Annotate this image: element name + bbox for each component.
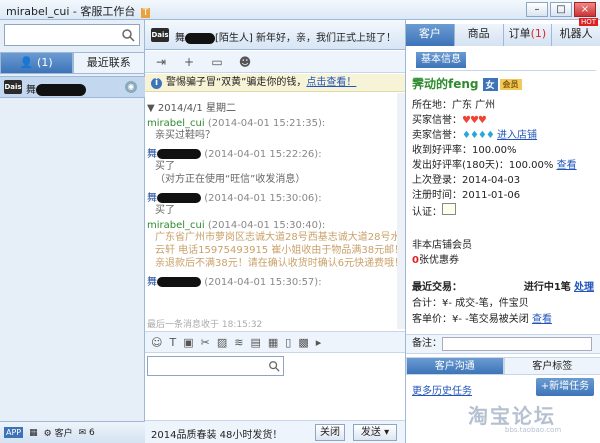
basic-info-tab[interactable]: 基本信息 xyxy=(416,52,466,68)
chat-header-text: 舞 [陌生人] 新年好，亲，我们正式上班了！ xyxy=(175,32,396,44)
task-tabs: 客户沟通 客户标签 xyxy=(406,357,600,375)
search-icon[interactable] xyxy=(268,360,280,372)
message: 舞 (2014-04-01 15:30:57): xyxy=(147,277,322,288)
chat-toolbar: ⇥ + ▭ ☻ xyxy=(145,51,405,73)
screenshot-icon[interactable]: ✂ xyxy=(201,336,210,349)
view-rate-link[interactable]: 查看 xyxy=(557,160,577,171)
tab-customer-tags[interactable]: 客户标签 xyxy=(503,357,600,375)
left-footer: APP ▦ ⚙ 客户 ✉ 6 xyxy=(0,421,145,443)
message: 舞 (2014-04-01 15:30:06): 买了 xyxy=(147,193,322,216)
message: 舞 (2014-04-01 15:22:26): 买了 （对方正在使用“旺信”收… xyxy=(147,149,322,185)
new-task-button[interactable]: +新增任务 xyxy=(536,378,594,396)
message: mirabel_cui (2014-04-01 15:30:40): 广东省广州… xyxy=(147,220,405,269)
last-message-time: 最后一条消息收于 18:15:32 xyxy=(147,320,263,330)
security-notice: i 警惕骗子冒“双黄”骗走你的钱，点击查看！ xyxy=(145,74,405,92)
message-input[interactable] xyxy=(145,354,405,420)
auth-icon xyxy=(442,203,456,215)
hot-badge: HOT xyxy=(578,18,598,26)
contact-tabs: 👤 (1) 最近联系 xyxy=(0,52,145,74)
app-button[interactable]: APP xyxy=(4,427,24,438)
input-toolbar: ☺ T ▣ ✂ ▨ ≋ ▤ ▦ ▯ ▩ ▸ xyxy=(145,331,405,353)
title-bar: mirabel_cui - 客服工作台 T – □ × xyxy=(0,0,600,20)
tab-customer[interactable]: 客户 xyxy=(406,24,455,46)
contact-item[interactable]: Dais 舞 ◉ xyxy=(0,76,145,98)
customer-panel: 客户 商品 订单(1) 机器人 HOT 基本信息 霁动的feng 女会员 所在地：… xyxy=(405,18,600,443)
info-icon: i xyxy=(151,78,162,89)
more-history-link[interactable]: 更多历史任务 xyxy=(412,382,472,397)
watermark-url: bbs.taobao.com xyxy=(505,426,562,434)
message: mirabel_cui (2014-04-01 15:21:35): 亲买过鞋吗… xyxy=(147,118,326,141)
view-closed-link[interactable]: 查看 xyxy=(532,314,552,325)
doc-icon[interactable]: ▤ xyxy=(250,336,260,349)
customer-info: 所在地：广东 广州 买家信誉：♥♥♥ 卖家信誉：♦♦♦♦ 进入店铺 收到好评率：… xyxy=(412,100,577,218)
contact-search-input[interactable] xyxy=(4,24,140,46)
window-controls: – □ × xyxy=(526,2,596,17)
customer-name: 霁动的feng 女会员 xyxy=(412,75,522,92)
divider xyxy=(410,70,596,71)
grid-icon[interactable]: ▦ xyxy=(29,428,38,438)
remark-row: 备注： xyxy=(406,334,600,354)
customer-tabs: 客户 商品 订单(1) 机器人 xyxy=(406,24,600,46)
screen-icon[interactable]: ▭ xyxy=(209,55,225,69)
quick-phrase-input[interactable] xyxy=(147,356,284,376)
search-icon[interactable] xyxy=(121,28,135,42)
membership-info: 非本店铺会员 0张优惠券 xyxy=(412,240,472,266)
tab-robot[interactable]: 机器人 xyxy=(552,24,600,46)
tab-customer-communication[interactable]: 客户沟通 xyxy=(406,357,504,375)
avatar: Dais xyxy=(151,28,169,42)
date-separator: ▼ 2014/4/1 星期二 xyxy=(147,103,236,114)
picture-icon[interactable]: ▨ xyxy=(217,336,227,349)
window-title: mirabel_cui - 客服工作台 T xyxy=(6,5,151,18)
watermark: 淘宝论坛 xyxy=(468,404,556,428)
transfer-icon[interactable]: ⇥ xyxy=(153,55,169,69)
send-button[interactable]: 发送 ▾ xyxy=(353,424,397,441)
more-icon[interactable]: ▸ xyxy=(316,336,322,349)
promo-text: 2014品质春装 48小时发货！ xyxy=(151,430,283,441)
tab-recent[interactable]: 最近联系 xyxy=(72,52,145,74)
minimize-button[interactable]: – xyxy=(526,2,548,17)
font-icon[interactable]: T xyxy=(169,336,176,349)
avatar: Dais xyxy=(4,80,22,94)
chat-header: Dais 舞 [陌生人] 新年好，亲，我们正式上班了！ xyxy=(145,20,405,50)
customer-button[interactable]: ⚙ 客户 xyxy=(44,426,73,439)
message-list: ▼ 2014/4/1 星期二 mirabel_cui (2014-04-01 1… xyxy=(145,93,405,329)
phone-icon[interactable]: ▯ xyxy=(285,336,291,349)
shake-icon[interactable]: ≋ xyxy=(234,336,243,349)
contact-panel: 👤 (1) 最近联系 Dais 舞 ◉ APP ▦ ⚙ 客户 ✉ 6 xyxy=(0,20,145,443)
tab-contacts[interactable]: 👤 (1) xyxy=(0,52,73,74)
chat-footer: 2014品质春装 48小时发货！ 关闭 发送 ▾ xyxy=(145,420,405,443)
scrollbar[interactable] xyxy=(397,93,405,329)
remark-input[interactable] xyxy=(442,337,592,351)
mail-button[interactable]: ✉ 6 xyxy=(79,428,95,438)
vip-badge: 会员 xyxy=(499,79,522,90)
contact-name: 舞 xyxy=(26,81,86,96)
recent-trades: 最近交易： 进行中1笔 处理 合计：¥- 成交-笔，件宝贝 客单价：¥- -笔交易… xyxy=(412,282,594,325)
title-badge: T xyxy=(140,8,151,18)
image-icon[interactable]: ▣ xyxy=(183,336,193,349)
heart-icon: ♥♥♥ xyxy=(462,115,487,126)
tab-order[interactable]: 订单(1) xyxy=(503,24,553,46)
close-button[interactable]: × xyxy=(574,2,596,17)
user-icon[interactable]: ☻ xyxy=(237,55,253,69)
close-chat-button[interactable]: 关闭 xyxy=(315,424,345,441)
notice-link[interactable]: 点击查看！ xyxy=(306,77,356,88)
add-friend-icon[interactable]: + xyxy=(181,55,197,69)
chat-panel: Dais 舞 [陌生人] 新年好，亲，我们正式上班了！ ⇥ + ▭ ☻ i 警惕骗子… xyxy=(145,20,405,443)
maximize-button[interactable]: □ xyxy=(550,2,572,17)
emoji-icon[interactable]: ☺ xyxy=(151,336,162,349)
tab-product[interactable]: 商品 xyxy=(454,24,504,46)
handle-link[interactable]: 处理 xyxy=(574,282,594,293)
bag-icon[interactable]: ▩ xyxy=(298,336,308,349)
enter-shop-link[interactable]: 进入店铺 xyxy=(497,130,537,141)
diamond-icon: ♦♦♦♦ xyxy=(462,130,495,141)
status-icon: ◉ xyxy=(125,81,137,93)
product-icon[interactable]: ▦ xyxy=(268,336,278,349)
gender-badge: 女 xyxy=(482,78,498,91)
